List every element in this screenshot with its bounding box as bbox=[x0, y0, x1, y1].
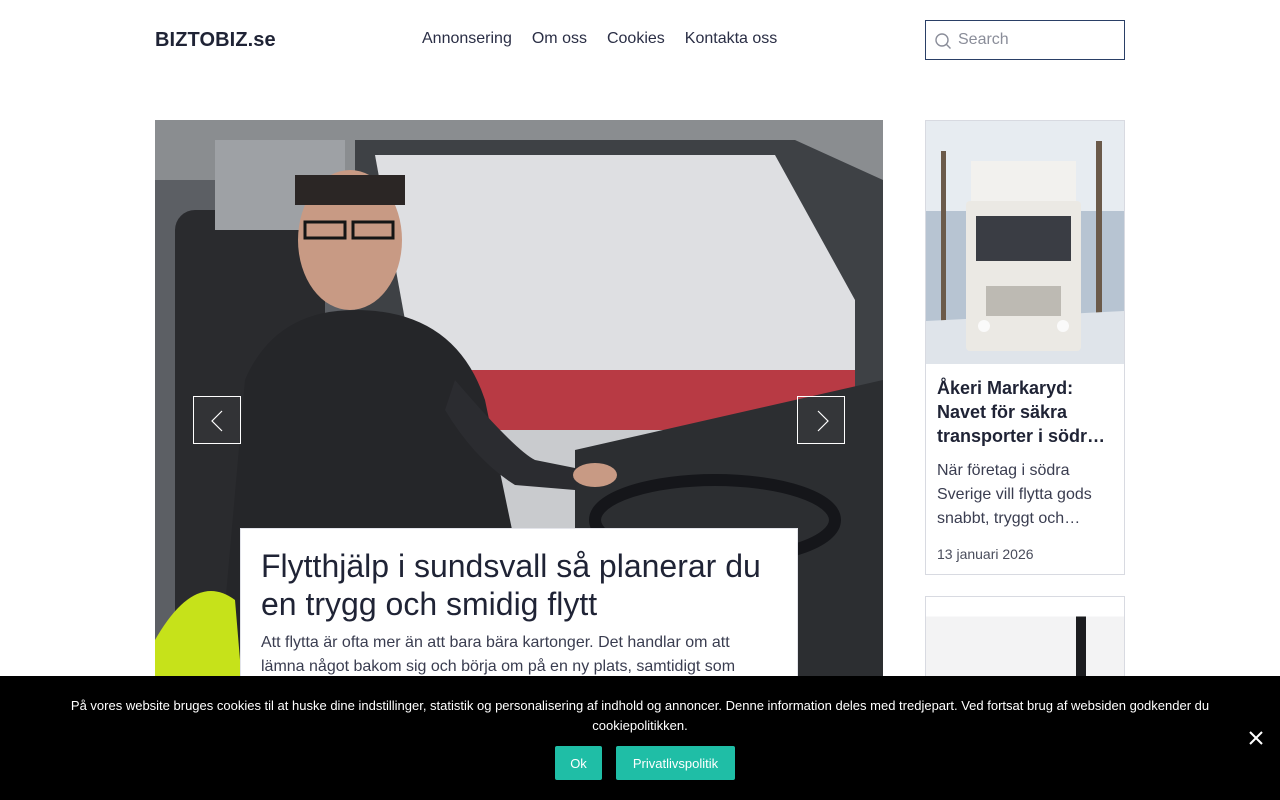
search-input[interactable] bbox=[958, 21, 1118, 59]
nav-link-om-oss[interactable]: Om oss bbox=[532, 30, 587, 48]
site-header: BIZTOBIZ.se Annonsering Om oss Cookies K… bbox=[0, 0, 1280, 80]
article-thumbnail[interactable] bbox=[926, 121, 1124, 364]
chevron-right-icon bbox=[817, 410, 829, 432]
close-icon[interactable] bbox=[1246, 728, 1266, 748]
cookie-ok-button[interactable]: Ok bbox=[555, 746, 602, 780]
nav-link-kontakta-oss[interactable]: Kontakta oss bbox=[685, 30, 778, 48]
site-logo[interactable]: BIZTOBIZ.se bbox=[155, 29, 276, 52]
search-box bbox=[925, 20, 1125, 60]
chevron-left-icon bbox=[211, 410, 223, 432]
article-title[interactable]: Åkeri Markaryd: Navet för säkra transpor… bbox=[937, 376, 1115, 448]
nav-link-annonsering[interactable]: Annonsering bbox=[422, 30, 512, 48]
privacy-policy-button[interactable]: Privatlivspolitik bbox=[616, 746, 735, 780]
slider-next-button[interactable] bbox=[797, 396, 845, 444]
cookie-consent-bar: På vores website bruges cookies til at h… bbox=[0, 676, 1280, 800]
nav-link-cookies[interactable]: Cookies bbox=[607, 30, 665, 48]
article-date: 13 januari 2026 bbox=[937, 546, 1034, 562]
hero-title[interactable]: Flytthjälp i sundsvall så planerar du en… bbox=[261, 547, 777, 623]
slider-prev-button[interactable] bbox=[193, 396, 241, 444]
main-nav: Annonsering Om oss Cookies Kontakta oss bbox=[422, 30, 777, 48]
cookie-message: På vores website bruges cookies til at h… bbox=[70, 698, 1210, 733]
article-card[interactable]: Åkeri Markaryd: Navet för säkra transpor… bbox=[925, 120, 1125, 575]
search-icon bbox=[935, 33, 951, 49]
article-excerpt: När företag i södra Sverige vill flytta … bbox=[937, 462, 1092, 527]
hero-slider: Flytthjälp i sundsvall så planerar du en… bbox=[155, 120, 883, 720]
